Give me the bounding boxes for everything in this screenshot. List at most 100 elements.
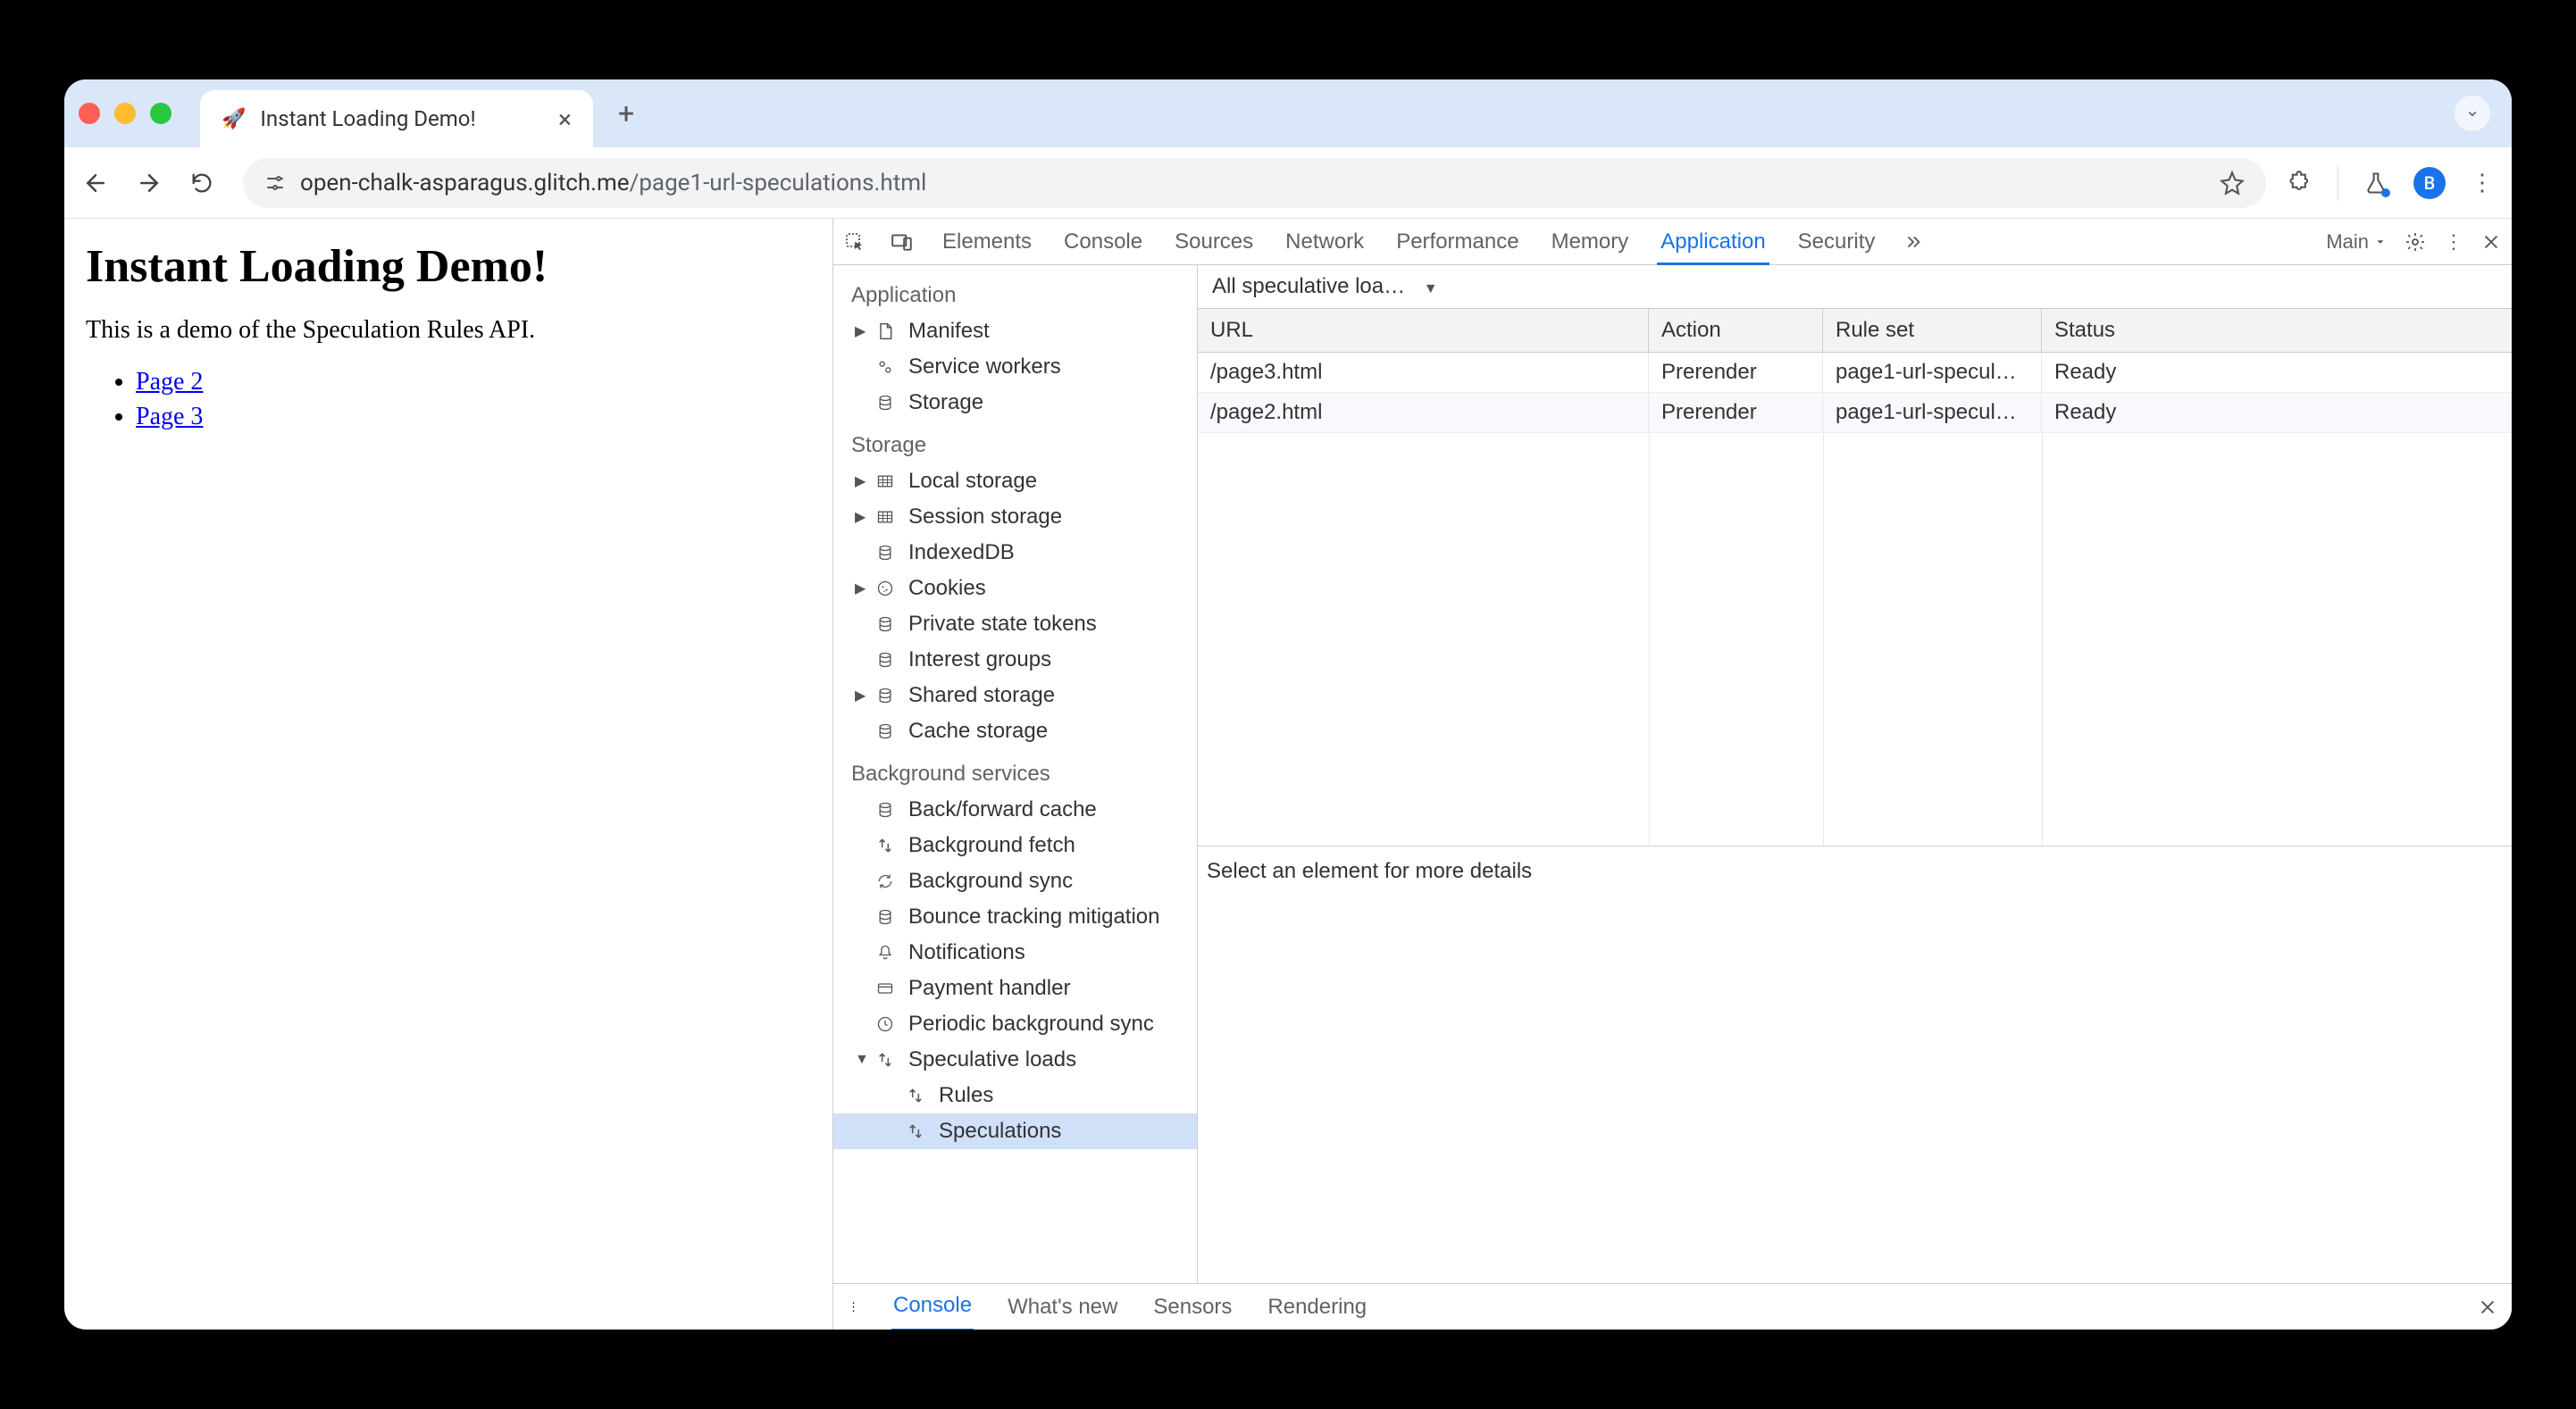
puzzle-icon: [2287, 171, 2313, 196]
table-row[interactable]: /page2.htmlPrerenderpage1-url-specul…Rea…: [1198, 393, 2512, 433]
drawer-menu-button[interactable]: ⋮: [848, 1300, 859, 1314]
sidebar-item-label: Background fetch: [908, 833, 1075, 858]
devices-icon: [891, 230, 914, 254]
browser-tab[interactable]: 🚀 Instant Loading Demo! ×: [200, 90, 593, 147]
bookmark-button[interactable]: [2220, 171, 2245, 196]
address-bar[interactable]: open-chalk-asparagus.glitch.me/page1-url…: [243, 158, 2266, 208]
triangle-down-icon: [2374, 236, 2387, 248]
col-ruleset[interactable]: Rule set: [1823, 309, 2042, 352]
chevron-right-icon: ▶: [855, 687, 867, 704]
sidebar-item[interactable]: Notifications: [833, 935, 1197, 971]
tab-elements[interactable]: Elements: [939, 219, 1035, 265]
tab-network[interactable]: Network: [1282, 219, 1367, 265]
sidebar-item[interactable]: Cache storage: [833, 713, 1197, 749]
sidebar-section-title: Storage: [833, 421, 1197, 463]
drawer-close-button[interactable]: [2478, 1297, 2497, 1317]
db-icon: [876, 801, 899, 819]
cell-ruleset: page1-url-specul…: [1823, 393, 2042, 432]
tab-console[interactable]: Console: [1060, 219, 1146, 265]
sidebar-item[interactable]: Background sync: [833, 863, 1197, 899]
cell-action: Prerender: [1649, 393, 1823, 432]
col-action[interactable]: Action: [1649, 309, 1823, 352]
grid-icon: [876, 508, 899, 526]
file-icon: [876, 322, 899, 340]
sidebar-item[interactable]: ▶Shared storage: [833, 678, 1197, 713]
sidebar-item[interactable]: Background fetch: [833, 828, 1197, 863]
col-url[interactable]: URL: [1198, 309, 1649, 352]
device-toolbar-button[interactable]: [891, 230, 914, 254]
sidebar-item[interactable]: Periodic background sync: [833, 1006, 1197, 1042]
devtools-settings-button[interactable]: [2405, 231, 2426, 253]
cell-status: Ready: [2042, 393, 2512, 432]
tab-security[interactable]: Security: [1794, 219, 1879, 265]
filter-dropdown[interactable]: All speculative loa… ▼: [1212, 274, 1438, 299]
tab-performance[interactable]: Performance: [1393, 219, 1522, 265]
sidebar-section-title: Background services: [833, 749, 1197, 792]
tabs-overflow-button[interactable]: [2455, 96, 2490, 131]
new-tab-button[interactable]: +: [618, 96, 634, 130]
more-tabs-button[interactable]: [1903, 232, 1923, 252]
sidebar-item-label: Service workers: [908, 354, 1061, 379]
close-tab-icon[interactable]: ×: [558, 104, 572, 134]
sidebar-item[interactable]: ▼Speculative loads: [833, 1042, 1197, 1078]
rendered-page: Instant Loading Demo! This is a demo of …: [64, 219, 832, 1330]
page-link[interactable]: Page 2: [136, 368, 203, 396]
cell-action: Prerender: [1649, 353, 1823, 392]
drawer-tab-sensors[interactable]: Sensors: [1151, 1284, 1234, 1330]
table-header-row: URL Action Rule set Status: [1198, 308, 2512, 353]
flask-icon: [2363, 171, 2388, 196]
extensions-button[interactable]: [2287, 171, 2313, 196]
tab-sources[interactable]: Sources: [1171, 219, 1257, 265]
sidebar-item[interactable]: ▶Manifest: [833, 313, 1197, 349]
drawer-tab-rendering[interactable]: Rendering: [1266, 1284, 1368, 1330]
experiments-button[interactable]: [2363, 171, 2388, 196]
double-chevron-right-icon: [1903, 232, 1923, 252]
forward-button[interactable]: [136, 170, 168, 196]
tab-strip: 🚀 Instant Loading Demo! × +: [64, 79, 2512, 147]
inspect-icon: [844, 231, 866, 253]
profile-avatar[interactable]: B: [2413, 167, 2446, 199]
sidebar-item-label: Notifications: [908, 940, 1025, 965]
sidebar-item[interactable]: Payment handler: [833, 971, 1197, 1006]
devtools-close-button[interactable]: [2481, 232, 2501, 252]
sidebar-item[interactable]: Storage: [833, 385, 1197, 421]
sidebar-item-label: Payment handler: [908, 976, 1070, 1001]
browser-menu-button[interactable]: ⋮: [2471, 170, 2494, 196]
sidebar-item[interactable]: ▶Local storage: [833, 463, 1197, 499]
sidebar-item[interactable]: ▶Session storage: [833, 499, 1197, 535]
tab-application[interactable]: Application: [1657, 219, 1769, 265]
sidebar-item[interactable]: Service workers: [833, 349, 1197, 385]
table-row[interactable]: /page3.htmlPrerenderpage1-url-specul…Rea…: [1198, 353, 2512, 393]
sidebar-item[interactable]: Interest groups: [833, 642, 1197, 678]
sidebar-item[interactable]: Private state tokens: [833, 606, 1197, 642]
sidebar-item[interactable]: Back/forward cache: [833, 792, 1197, 828]
db-icon: [876, 615, 899, 633]
chevron-right-icon: ▶: [855, 322, 867, 340]
col-status[interactable]: Status: [2042, 309, 2512, 352]
url-text: open-chalk-asparagus.glitch.me/page1-url…: [300, 170, 926, 196]
clock-icon: [876, 1015, 899, 1033]
sidebar-item-label: Speculative loads: [908, 1047, 1076, 1072]
target-selector[interactable]: Main: [2326, 230, 2387, 254]
sidebar-item[interactable]: Rules: [833, 1078, 1197, 1113]
inspect-element-button[interactable]: [844, 231, 866, 253]
maximize-window-button[interactable]: [150, 103, 171, 124]
reload-button[interactable]: [189, 171, 222, 196]
minimize-window-button[interactable]: [114, 103, 136, 124]
close-window-button[interactable]: [79, 103, 100, 124]
tab-memory[interactable]: Memory: [1548, 219, 1633, 265]
sidebar-item[interactable]: Speculations: [833, 1113, 1197, 1149]
tab-title: Instant Loading Demo!: [260, 106, 544, 131]
back-button[interactable]: [82, 170, 114, 196]
drawer-tab-whatsnew[interactable]: What's new: [1006, 1284, 1119, 1330]
sidebar-item[interactable]: IndexedDB: [833, 535, 1197, 571]
cell-status: Ready: [2042, 353, 2512, 392]
sidebar-item[interactable]: Bounce tracking mitigation: [833, 899, 1197, 935]
page-link[interactable]: Page 3: [136, 403, 203, 430]
sidebar-item-label: Background sync: [908, 869, 1073, 894]
sidebar-item[interactable]: ▶Cookies: [833, 571, 1197, 606]
drawer-tab-console[interactable]: Console: [891, 1282, 974, 1330]
arrow-right-icon: [136, 170, 163, 196]
devtools-menu-button[interactable]: ⋮: [2444, 230, 2463, 254]
site-settings-icon[interactable]: [264, 172, 286, 194]
